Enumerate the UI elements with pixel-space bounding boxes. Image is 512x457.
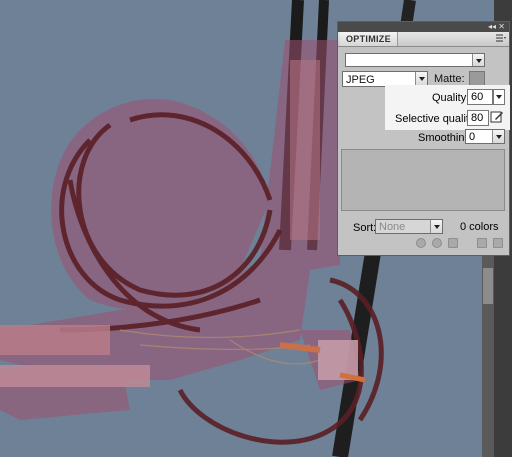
quality-input[interactable]: 60 bbox=[467, 89, 493, 105]
panel-collapse-bar[interactable]: ◂◂ ✕ bbox=[338, 22, 509, 32]
collapse-arrows-icon[interactable]: ◂◂ ✕ bbox=[488, 22, 505, 32]
web-snap-icon[interactable] bbox=[432, 238, 442, 248]
lock-color-icon[interactable] bbox=[416, 238, 426, 248]
panel-menu-icon[interactable] bbox=[496, 34, 506, 43]
color-table-toolbar bbox=[416, 238, 458, 248]
selective-quality-input[interactable]: 80 bbox=[467, 110, 489, 126]
transparent-icon[interactable] bbox=[448, 238, 458, 248]
smoothing-value: 0 bbox=[469, 131, 476, 143]
scrollbar-thumb[interactable] bbox=[483, 268, 493, 304]
edit-selective-quality-icon[interactable] bbox=[490, 110, 504, 124]
sort-dropdown[interactable]: None bbox=[375, 219, 443, 234]
delete-color-icon[interactable] bbox=[493, 238, 503, 248]
sort-value: None bbox=[379, 221, 406, 233]
colors-count: 0 colors bbox=[460, 221, 499, 233]
sort-label: Sort: bbox=[353, 222, 377, 234]
tab-optimize[interactable]: OPTIMIZE bbox=[340, 32, 398, 46]
new-color-icon[interactable] bbox=[477, 238, 487, 248]
color-table-toolbar-right bbox=[477, 238, 503, 248]
panel-header: OPTIMIZE bbox=[338, 32, 509, 47]
format-value: JPEG bbox=[346, 74, 375, 86]
quality-dropdown-button[interactable] bbox=[493, 89, 505, 105]
chevron-down-icon[interactable] bbox=[472, 54, 484, 66]
preset-dropdown[interactable] bbox=[345, 53, 485, 67]
chevron-down-icon[interactable] bbox=[492, 130, 504, 143]
quality-label: Quality: bbox=[432, 92, 470, 104]
chevron-down-icon[interactable] bbox=[415, 72, 427, 86]
chevron-down-icon bbox=[496, 95, 502, 99]
color-table[interactable] bbox=[341, 149, 505, 211]
smoothing-dropdown[interactable]: 0 bbox=[465, 129, 505, 144]
matte-label: Matte: bbox=[434, 73, 465, 85]
chevron-down-icon[interactable] bbox=[430, 220, 442, 233]
selective-quality-label: Selective quality: bbox=[395, 113, 478, 125]
matte-swatch[interactable] bbox=[469, 71, 485, 86]
